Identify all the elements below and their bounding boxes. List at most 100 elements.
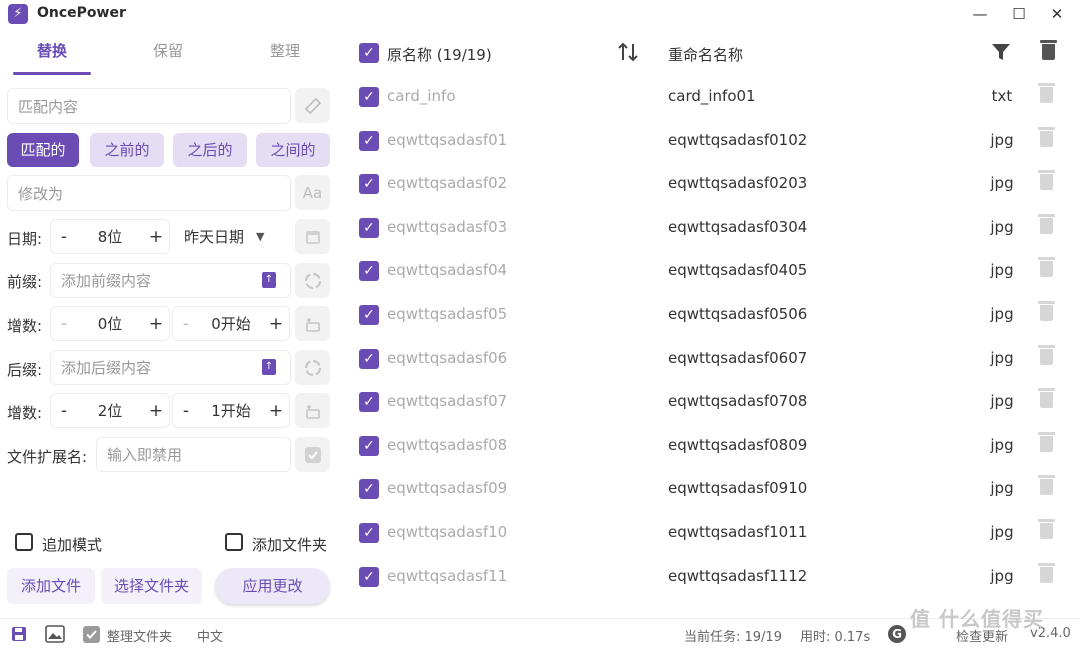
case-icon[interactable]: Aa xyxy=(295,175,330,210)
tab-replace[interactable]: 替换 xyxy=(13,40,91,74)
add-folder-checkbox[interactable] xyxy=(225,533,243,551)
mode-matched-button[interactable]: 匹配的 xyxy=(7,133,79,167)
ruler-icon[interactable] xyxy=(295,88,330,123)
suffix-increment-label: 增数: xyxy=(7,404,43,422)
suffix-start-plus-button[interactable]: + xyxy=(263,401,289,421)
delete-row-icon[interactable] xyxy=(1038,519,1055,543)
mode-before-button[interactable]: 之前的 xyxy=(90,133,164,167)
prefix-digits-stepper[interactable]: - 0位 + xyxy=(50,306,170,341)
date-digits-stepper[interactable]: - 8位 + xyxy=(50,219,170,254)
file-extension: jpg xyxy=(990,566,1014,585)
watermark: 值 什么值得买 xyxy=(910,607,1044,631)
date-type-select[interactable]: 昨天日期 ▼ xyxy=(184,219,280,254)
table-row[interactable]: ✓ eqwttqsadasf03 eqwttqsadasf0304 jpg xyxy=(350,206,1080,250)
save-icon[interactable] xyxy=(11,626,27,646)
suffix-digits-plus-button[interactable]: + xyxy=(143,401,169,421)
table-row[interactable]: ✓ eqwttqsadasf02 eqwttqsadasf0203 jpg xyxy=(350,162,1080,206)
check-icon[interactable] xyxy=(295,437,330,472)
increment-icon[interactable] xyxy=(295,393,330,428)
close-button[interactable]: ✕ xyxy=(1042,2,1072,26)
delete-row-icon[interactable] xyxy=(1038,301,1055,325)
table-row[interactable]: ✓ eqwttqsadasf07 eqwttqsadasf0708 jpg xyxy=(350,380,1080,424)
date-minus-button[interactable]: - xyxy=(51,227,77,247)
original-name: eqwttqsadasf01 xyxy=(387,130,508,149)
prefix-digits-minus-button[interactable]: - xyxy=(51,314,77,334)
table-row[interactable]: ✓ eqwttqsadasf05 eqwttqsadasf0506 jpg xyxy=(350,293,1080,337)
prefix-start-minus-button[interactable]: - xyxy=(173,314,199,334)
delete-row-icon[interactable] xyxy=(1038,475,1055,499)
table-row[interactable]: ✓ eqwttqsadasf01 eqwttqsadasf0102 jpg xyxy=(350,119,1080,163)
upload-icon[interactable]: ↑ xyxy=(262,272,276,288)
maximize-button[interactable]: ☐ xyxy=(1004,2,1034,26)
delete-row-icon[interactable] xyxy=(1038,431,1055,456)
match-input[interactable]: 匹配内容 xyxy=(7,88,291,124)
date-plus-button[interactable]: + xyxy=(143,227,169,247)
filter-icon[interactable] xyxy=(991,42,1011,66)
extension-input[interactable]: 输入即禁用 xyxy=(96,437,291,472)
image-icon[interactable] xyxy=(45,625,65,647)
choose-folder-button[interactable]: 选择文件夹 xyxy=(101,568,202,604)
delete-row-icon[interactable] xyxy=(1038,126,1055,151)
tab-keep[interactable]: 保留 xyxy=(128,40,208,74)
delete-row-icon[interactable] xyxy=(1038,257,1055,281)
delete-row-icon[interactable] xyxy=(1038,562,1055,587)
table-row[interactable]: ✓ eqwttqsadasf04 eqwttqsadasf0405 jpg xyxy=(350,249,1080,293)
row-checkbox[interactable]: ✓ xyxy=(359,305,379,325)
row-checkbox[interactable]: ✓ xyxy=(359,174,379,195)
organize-folder-checkbox[interactable] xyxy=(83,626,100,647)
github-icon[interactable]: G xyxy=(888,625,906,643)
original-name: eqwttqsadasf03 xyxy=(387,217,508,236)
row-checkbox[interactable]: ✓ xyxy=(359,435,379,456)
append-mode-checkbox[interactable] xyxy=(15,533,33,551)
renamed-name: eqwttqsadasf0809 xyxy=(668,435,808,454)
row-checkbox[interactable]: ✓ xyxy=(359,348,379,369)
suffix-digits-minus-button[interactable]: - xyxy=(51,401,77,421)
prefix-start-plus-button[interactable]: + xyxy=(263,314,289,334)
file-extension: jpg xyxy=(990,479,1014,498)
row-checkbox[interactable]: ✓ xyxy=(359,523,379,543)
replace-input[interactable]: 修改为 xyxy=(7,175,291,211)
delete-row-icon[interactable] xyxy=(1038,83,1055,107)
select-all-checkbox[interactable]: ✓ xyxy=(359,43,379,63)
prefix-start-stepper[interactable]: - 0开始 + xyxy=(172,306,290,341)
language-selector[interactable]: 中文 xyxy=(197,626,223,645)
delete-row-icon[interactable] xyxy=(1038,344,1055,369)
sort-icon[interactable] xyxy=(616,40,640,68)
suffix-input[interactable]: 添加后缀内容 xyxy=(50,350,291,385)
prefix-input[interactable]: 添加前缀内容 xyxy=(50,263,291,298)
mode-after-button[interactable]: 之后的 xyxy=(173,133,247,167)
minimize-button[interactable]: — xyxy=(965,2,995,26)
match-input-placeholder: 匹配内容 xyxy=(18,97,79,116)
row-checkbox[interactable]: ✓ xyxy=(359,130,379,151)
delete-all-icon[interactable] xyxy=(1040,40,1057,64)
suffix-digits-stepper[interactable]: - 2位 + xyxy=(50,393,170,428)
delete-row-icon[interactable] xyxy=(1038,213,1055,238)
table-row[interactable]: ✓ eqwttqsadasf10 eqwttqsadasf1011 jpg xyxy=(350,511,1080,555)
row-checkbox[interactable]: ✓ xyxy=(359,217,379,238)
refresh-icon[interactable] xyxy=(295,350,330,385)
row-checkbox[interactable]: ✓ xyxy=(359,392,379,413)
apply-changes-button[interactable]: 应用更改 xyxy=(215,568,330,604)
row-checkbox[interactable]: ✓ xyxy=(359,566,379,587)
row-checkbox[interactable]: ✓ xyxy=(359,87,379,107)
calendar-icon[interactable] xyxy=(295,219,330,254)
table-row[interactable]: ✓ card_info card_info01 txt xyxy=(350,75,1080,119)
add-files-button[interactable]: 添加文件 xyxy=(7,568,95,604)
delete-row-icon[interactable] xyxy=(1038,388,1055,412)
table-row[interactable]: ✓ eqwttqsadasf11 eqwttqsadasf1112 jpg xyxy=(350,555,1080,599)
table-row[interactable]: ✓ eqwttqsadasf09 eqwttqsadasf0910 jpg xyxy=(350,467,1080,511)
refresh-icon[interactable] xyxy=(295,263,330,298)
chevron-down-icon: ▼ xyxy=(256,230,265,243)
upload-icon[interactable]: ↑ xyxy=(262,359,276,375)
table-row[interactable]: ✓ eqwttqsadasf08 eqwttqsadasf0809 jpg xyxy=(350,424,1080,468)
mode-between-button[interactable]: 之间的 xyxy=(256,133,330,167)
suffix-start-minus-button[interactable]: - xyxy=(173,401,199,421)
row-checkbox[interactable]: ✓ xyxy=(359,479,379,500)
tab-organize[interactable]: 整理 xyxy=(245,40,325,74)
prefix-digits-plus-button[interactable]: + xyxy=(143,314,169,334)
table-row[interactable]: ✓ eqwttqsadasf06 eqwttqsadasf0607 jpg xyxy=(350,337,1080,381)
delete-row-icon[interactable] xyxy=(1038,170,1055,194)
row-checkbox[interactable]: ✓ xyxy=(359,261,379,282)
increment-icon[interactable] xyxy=(295,306,330,341)
suffix-start-stepper[interactable]: - 1开始 + xyxy=(172,393,290,428)
